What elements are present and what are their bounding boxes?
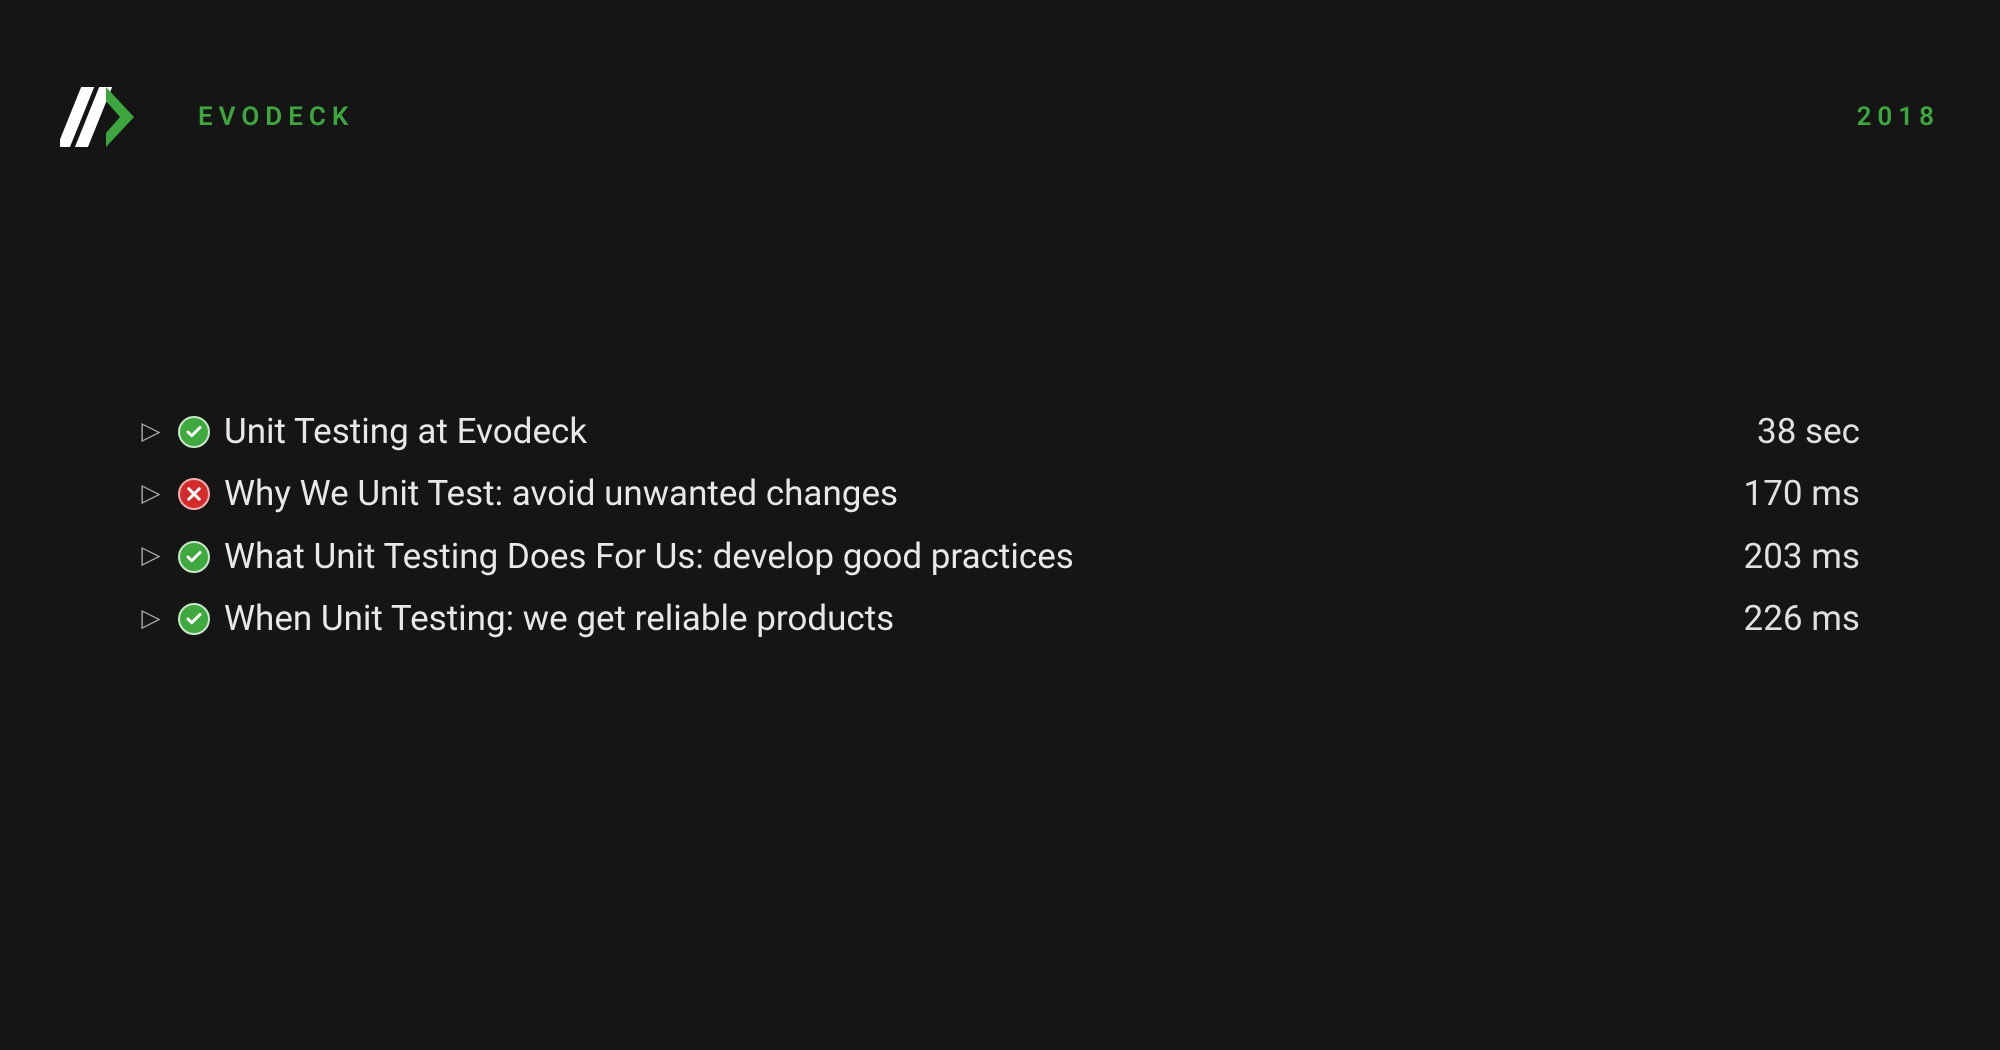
test-title: Unit Testing at Evodeck [224,405,587,459]
test-title: When Unit Testing: we get reliable produ… [224,592,894,646]
brand-title: EVODECK [198,102,354,132]
expand-caret-icon[interactable]: ▷ [140,475,162,514]
header-year: 2018 [1857,102,1940,132]
test-row[interactable]: ▷ What Unit Testing Does For Us: develop … [140,530,1860,584]
status-pass-icon [178,416,210,448]
test-row[interactable]: ▷ Why We Unit Test: avoid unwanted change… [140,467,1860,521]
expand-caret-icon[interactable]: ▷ [140,537,162,576]
test-duration: 38 sec [1757,405,1860,459]
test-row[interactable]: ▷ Unit Testing at Evodeck 38 sec [140,405,1860,459]
status-pass-icon [178,541,210,573]
slide: EVODECK 2018 ▷ Unit Testing at Evodeck 38 … [0,0,2000,1050]
test-duration: 203 ms [1744,530,1860,584]
evodeck-logo-icon [60,85,138,149]
test-duration: 226 ms [1744,592,1860,646]
test-results-list: ▷ Unit Testing at Evodeck 38 sec ▷ Why We Un… [140,405,1860,654]
test-duration: 170 ms [1744,467,1860,521]
expand-caret-icon[interactable]: ▷ [140,413,162,452]
header: EVODECK 2018 [60,85,1940,149]
test-row[interactable]: ▷ When Unit Testing: we get reliable prod… [140,592,1860,646]
test-title: Why We Unit Test: avoid unwanted changes [224,467,898,521]
test-title: What Unit Testing Does For Us: develop g… [224,530,1074,584]
header-left: EVODECK [60,85,354,149]
status-fail-icon [178,478,210,510]
expand-caret-icon[interactable]: ▷ [140,600,162,639]
status-pass-icon [178,603,210,635]
